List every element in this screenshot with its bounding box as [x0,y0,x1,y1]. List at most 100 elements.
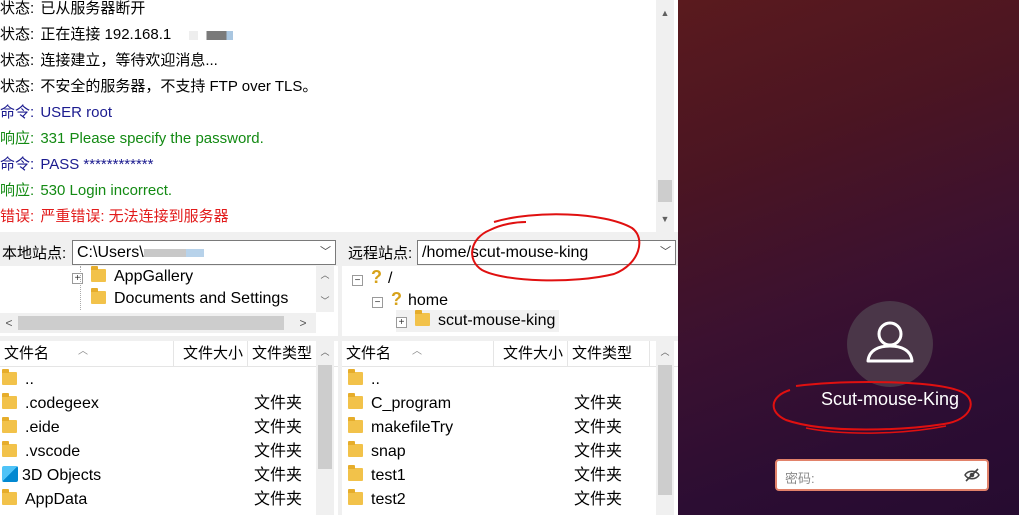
remote-path-text: /home/scut-mouse-king [422,244,589,261]
collapse-icon[interactable]: − [352,275,363,286]
file-type: 文件夹 [574,467,623,484]
remote-site-bar: 远程站点: /home/scut-mouse-king ﹀ [342,238,678,266]
log-line: 状态: 不安全的服务器，不支持 FTP over TLS。 [0,75,317,99]
list-item[interactable]: 3D Objects 文件夹 [0,464,316,488]
folder-icon [348,369,363,385]
password-field[interactable]: 密码: [775,459,989,491]
file-name: .codegeex [25,395,99,412]
folder-icon [348,489,363,505]
log-text: 331 Please specify the password. [40,130,264,147]
remote-site-label: 远程站点: [348,245,413,262]
list-scrollbar[interactable]: ︿ [316,341,334,515]
local-directory-tree: + AppGallery Documents and Settings ︿ ﹀ <… [0,266,338,336]
list-item[interactable]: makefileTry 文件夹 [342,416,656,440]
local-site-bar: 本地站点: C:\Users\ ﹀ [0,238,338,266]
file-name: 3D Objects [22,467,102,484]
list-item[interactable]: snap 文件夹 [342,440,656,464]
list-item[interactable]: .vscode 文件夹 [0,440,316,464]
username-label[interactable]: Scut-mouse-King [778,389,1002,410]
folder-icon [348,465,363,481]
scroll-thumb[interactable] [318,365,332,469]
folder-icon [348,417,363,433]
list-item[interactable]: test1 文件夹 [342,464,656,488]
file-name: .eide [25,419,60,436]
scroll-down-icon[interactable]: ﹀ [316,292,334,310]
log-prefix: 命令: [0,104,35,121]
log-text: 正在连接 192.168.1 [40,26,172,43]
collapse-icon[interactable]: − [372,297,383,308]
column-filename[interactable]: 文件名 ︿ [342,341,494,367]
column-label: 文件大小 [182,345,243,362]
folder-icon [91,288,106,304]
file-type: 文件夹 [574,419,623,436]
tree-item[interactable]: + AppGallery [72,266,193,288]
folder-icon [348,441,363,457]
column-label: 文件大小 [502,345,563,362]
password-placeholder: 密码: [785,471,815,486]
tree-item-label: scut-mouse-king [438,312,556,329]
ubuntu-login-screen: Scut-mouse-King 密码: [678,0,1019,515]
local-path-combo[interactable]: C:\Users\ ﹀ [72,240,336,265]
column-filename[interactable]: 文件名 ︿ [0,341,174,367]
log-line: 响应: 331 Please specify the password. [0,127,264,151]
list-item[interactable]: AppData 文件夹 [0,488,316,512]
scroll-up-icon[interactable]: ︿ [316,343,334,361]
list-item[interactable]: .. [342,368,656,392]
scroll-left-icon[interactable]: < [0,313,18,333]
log-text: PASS ************ [40,156,154,173]
column-filesize[interactable]: 文件大小 [494,341,568,367]
list-header: 文件名 ︿ 文件大小 文件类型 [342,341,678,367]
scroll-up-icon[interactable]: ︿ [656,343,674,361]
tree-scrollbar[interactable]: ︿ ﹀ [316,266,334,312]
remote-path-combo[interactable]: /home/scut-mouse-king ﹀ [417,240,676,265]
expand-icon[interactable]: + [72,273,83,284]
file-name: test2 [371,491,406,508]
list-header: 文件名 ︿ 文件大小 文件类型 [0,341,338,367]
expand-icon[interactable]: + [396,317,407,328]
scroll-right-icon[interactable]: > [294,313,312,333]
folder-icon [2,393,17,409]
avatar[interactable] [847,301,933,387]
scroll-thumb[interactable] [658,180,672,202]
log-line: 命令: PASS ************ [0,153,153,177]
scroll-up-icon[interactable]: ︿ [316,266,334,284]
log-scrollbar[interactable]: ▲ ▼ [656,0,674,232]
list-item[interactable]: C_program 文件夹 [342,392,656,416]
tree-hscrollbar[interactable]: < > [0,313,316,333]
folder-icon [91,266,106,282]
redacted-username [143,248,204,257]
log-prefix: 状态: [0,52,35,69]
3d-objects-icon [2,466,18,482]
scroll-up-icon[interactable]: ▲ [656,4,674,22]
tree-item[interactable]: −? / [352,266,392,288]
tree-item-label: AppGallery [114,268,194,285]
column-filetype[interactable]: 文件类型 [568,341,650,367]
list-scrollbar[interactable]: ︿ [656,341,674,515]
list-item[interactable]: .codegeex 文件夹 [0,392,316,416]
folder-icon [348,393,363,409]
chevron-down-icon[interactable]: ﹀ [660,241,671,264]
column-filesize[interactable]: 文件大小 [174,341,248,367]
file-type: 文件夹 [574,395,623,412]
file-type: 文件夹 [254,419,303,436]
column-filetype[interactable]: 文件类型 [248,341,318,367]
tree-item[interactable]: −? home [372,288,448,310]
list-item[interactable]: test2 文件夹 [342,488,656,512]
folder-icon [2,441,17,457]
tree-item[interactable]: Documents and Settings [91,288,288,310]
log-prefix: 响应: [0,130,35,147]
hscroll-thumb[interactable] [18,316,284,330]
file-type: 文件夹 [254,467,303,484]
list-item[interactable]: .eide 文件夹 [0,416,316,440]
tree-item-selected[interactable]: + scut-mouse-king [396,310,560,332]
chevron-down-icon[interactable]: ﹀ [320,241,331,264]
list-item[interactable]: .. [0,368,316,392]
eye-slash-icon[interactable] [963,467,981,483]
log-prefix: 状态: [0,0,35,17]
file-type: 文件夹 [254,491,303,508]
file-type: 文件夹 [574,491,623,508]
scroll-thumb[interactable] [658,365,672,495]
redacted-ip [189,30,234,40]
log-text: 连接建立，等待欢迎消息... [40,52,218,69]
scroll-down-icon[interactable]: ▼ [656,210,674,228]
